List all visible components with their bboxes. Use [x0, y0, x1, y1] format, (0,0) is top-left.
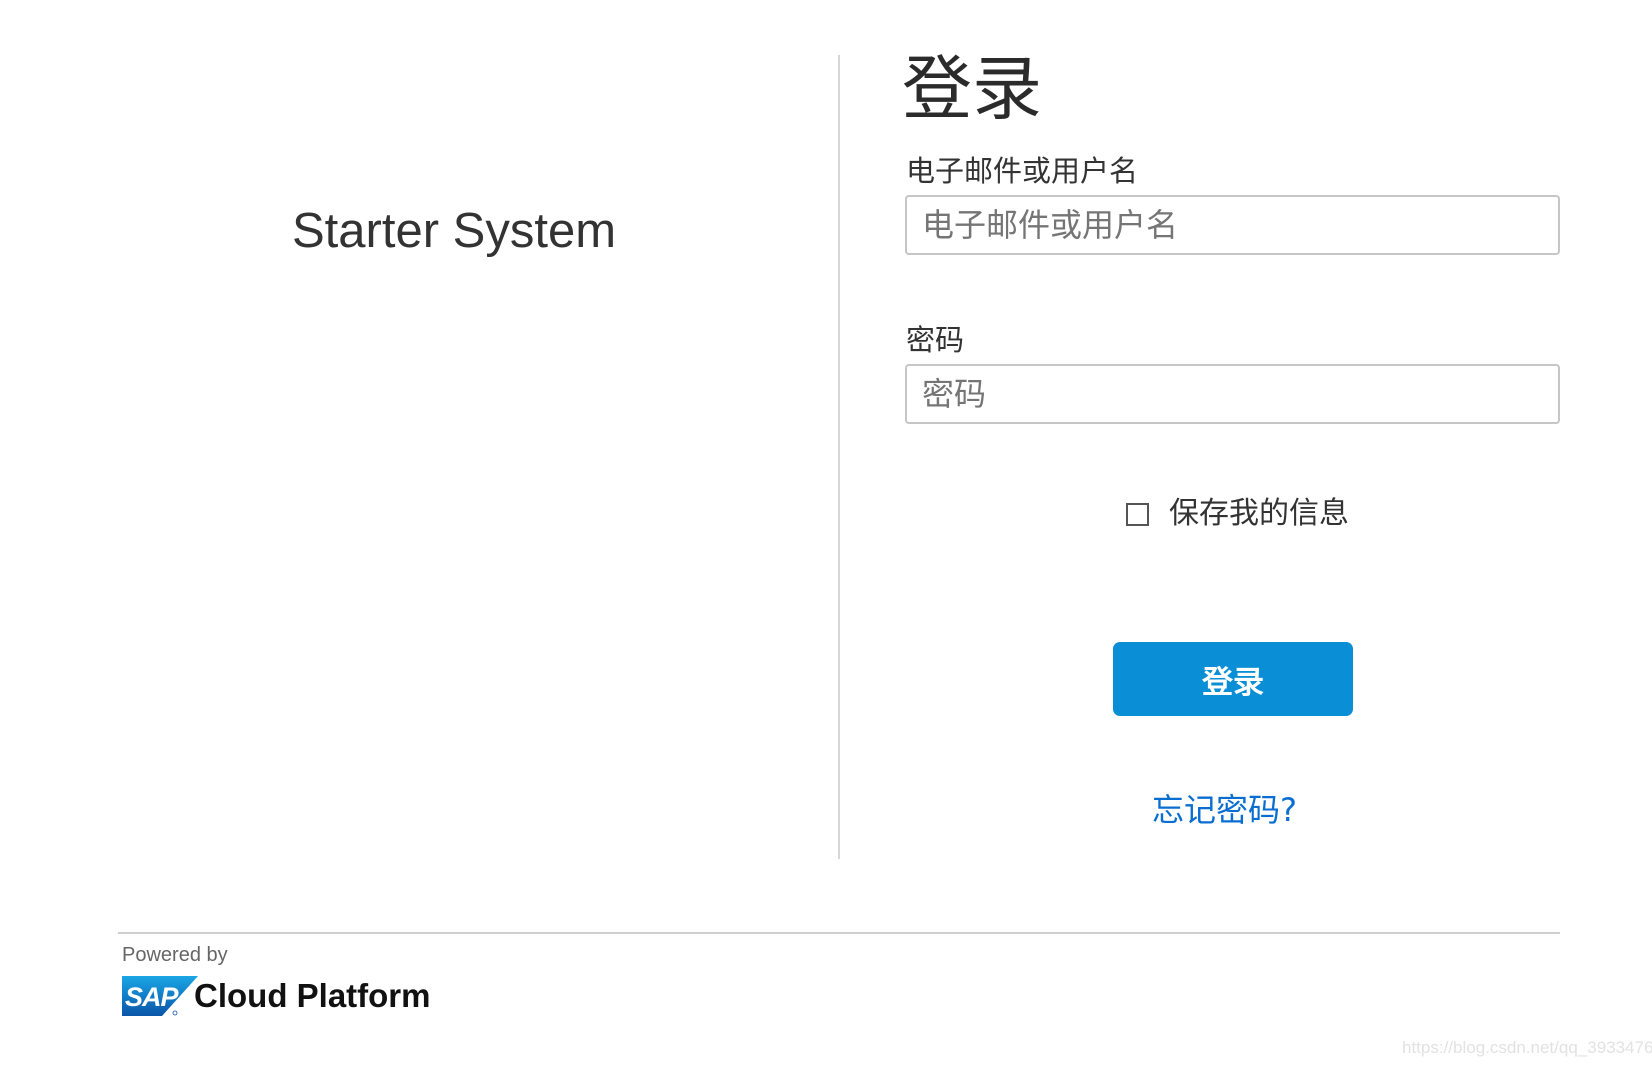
- vertical-divider: [838, 55, 840, 859]
- sap-logo-icon: SAP: [122, 976, 198, 1016]
- system-name: Starter System: [292, 204, 617, 258]
- username-label: 电子邮件或用户名: [906, 154, 1139, 188]
- remember-me-label: 保存我的信息: [1169, 496, 1349, 531]
- login-title: 登录: [902, 48, 1042, 130]
- footer-divider: [118, 932, 1560, 934]
- powered-by-label: Powered by: [122, 944, 228, 966]
- username-input[interactable]: [905, 195, 1560, 255]
- forgot-password-link[interactable]: 忘记密码?: [1152, 790, 1297, 830]
- password-label: 密码: [906, 323, 965, 357]
- login-page: Starter System 登录 电子邮件或用户名 密码 保存我的信息 登录 …: [0, 0, 1652, 1065]
- login-button[interactable]: 登录: [1113, 642, 1353, 716]
- checkbox-empty-icon[interactable]: [1126, 502, 1149, 526]
- watermark-text: https://blog.csdn.net/qq_39334766: [1402, 1038, 1652, 1057]
- remember-me-option[interactable]: 保存我的信息: [1126, 494, 1349, 534]
- sap-logo-text: SAP: [125, 982, 180, 1012]
- password-input[interactable]: [905, 364, 1560, 424]
- platform-name: Cloud Platform: [194, 977, 431, 1014]
